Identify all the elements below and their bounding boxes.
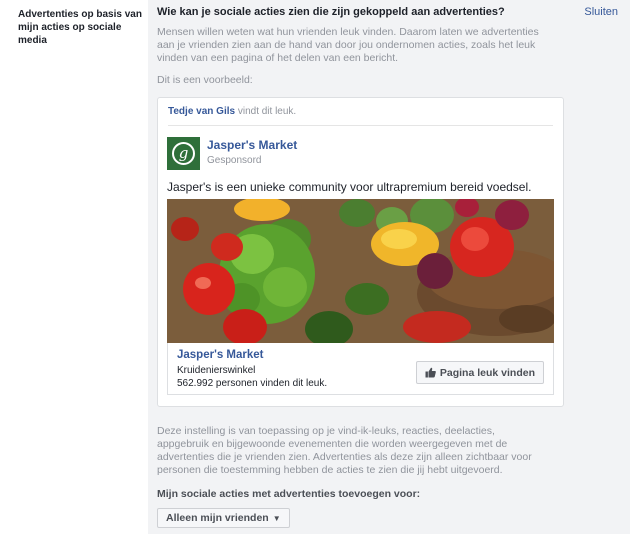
- social-context: Tedje van Gils vindt dit leuk.: [168, 106, 296, 117]
- section-description: Mensen willen weten wat hun vrienden leu…: [157, 26, 539, 64]
- setting-note: Deze instelling is van toepassing op je …: [157, 425, 532, 476]
- page-category: Kruidenierswinkel: [177, 365, 256, 376]
- settings-panel: Wie kan je sociale acties zien die zijn …: [148, 0, 630, 534]
- divider: [168, 125, 553, 126]
- page-like-count: 562.992 personen vinden dit leuk.: [177, 378, 328, 389]
- page-logo-mark: g: [172, 142, 195, 165]
- ad-text: Jasper's is een unieke community voor ul…: [167, 180, 532, 194]
- like-page-button[interactable]: Pagina leuk vinden: [415, 361, 544, 384]
- footer-page-name-link[interactable]: Jasper's Market: [177, 349, 263, 361]
- thumbs-up-icon: [425, 367, 436, 378]
- setting-title: Advertenties op basis van mijn acties op…: [18, 9, 142, 46]
- friend-name-link[interactable]: Tedje van Gils: [168, 106, 235, 117]
- example-ad-card: Tedje van Gils vindt dit leuk. g Jasper'…: [157, 97, 564, 407]
- caret-down-icon: ▼: [272, 513, 281, 523]
- audience-dropdown[interactable]: Alleen mijn vrienden ▼: [157, 508, 290, 528]
- page-logo[interactable]: g: [167, 137, 200, 170]
- settings-left-column: Advertenties op basis van mijn acties op…: [0, 0, 147, 534]
- social-action-text: vindt dit leuk.: [237, 106, 297, 117]
- page-name-link[interactable]: Jasper's Market: [207, 138, 297, 152]
- like-page-button-label: Pagina leuk vinden: [439, 366, 535, 379]
- ad-footer: Jasper's Market Kruidenierswinkel 562.99…: [167, 343, 554, 395]
- vegetables-illustration: [167, 199, 554, 343]
- audience-selected-value: Alleen mijn vrienden: [166, 512, 269, 524]
- audience-label: Mijn sociale acties met advertenties toe…: [157, 488, 421, 500]
- section-heading: Wie kan je sociale acties zien die zijn …: [157, 6, 505, 18]
- example-label: Dit is een voorbeeld:: [157, 74, 253, 86]
- close-link[interactable]: Sluiten: [584, 6, 618, 18]
- vegetables-photo[interactable]: [167, 199, 554, 343]
- sponsored-label: Gesponsord: [207, 155, 262, 166]
